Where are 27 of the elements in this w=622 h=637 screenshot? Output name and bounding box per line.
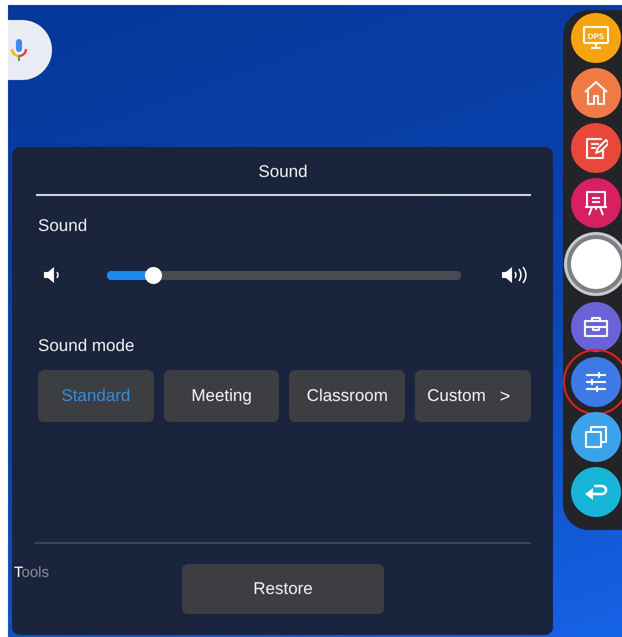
sound-mode-button[interactable]: Custom > [415,370,531,422]
tools-label: Tools [14,564,50,581]
floating-button[interactable] [571,238,621,288]
sound-mode-button[interactable]: Meeting [164,370,280,422]
toolbar-button[interactable] [571,412,621,462]
microphone-icon [10,38,28,62]
toolbox-icon [583,316,609,338]
restore-button[interactable]: Restore [182,564,384,614]
toolbar-button[interactable] [571,122,621,172]
return-arrow-icon [584,482,608,502]
edit-note-icon [584,136,608,160]
windows-icon [584,424,608,448]
sound-label: Sound [38,215,88,237]
dps-label: DPS [588,32,604,40]
sound-mode-button[interactable]: Classroom [289,370,406,422]
home-icon [583,80,609,106]
next-arrow-icon[interactable]: > [500,386,510,406]
sliders-icon [584,370,608,392]
panel-title: Sound [258,161,308,183]
toolbar-button[interactable] [571,68,621,118]
toolbar-button[interactable] [571,356,621,406]
slider-handle[interactable] [144,266,162,284]
whiteboard-icon [584,190,608,216]
toolbar-button[interactable] [571,466,621,516]
toolbar-button[interactable] [571,302,621,352]
sound-mode-label: Sound mode [38,335,136,357]
toolbar-button[interactable] [571,178,621,228]
